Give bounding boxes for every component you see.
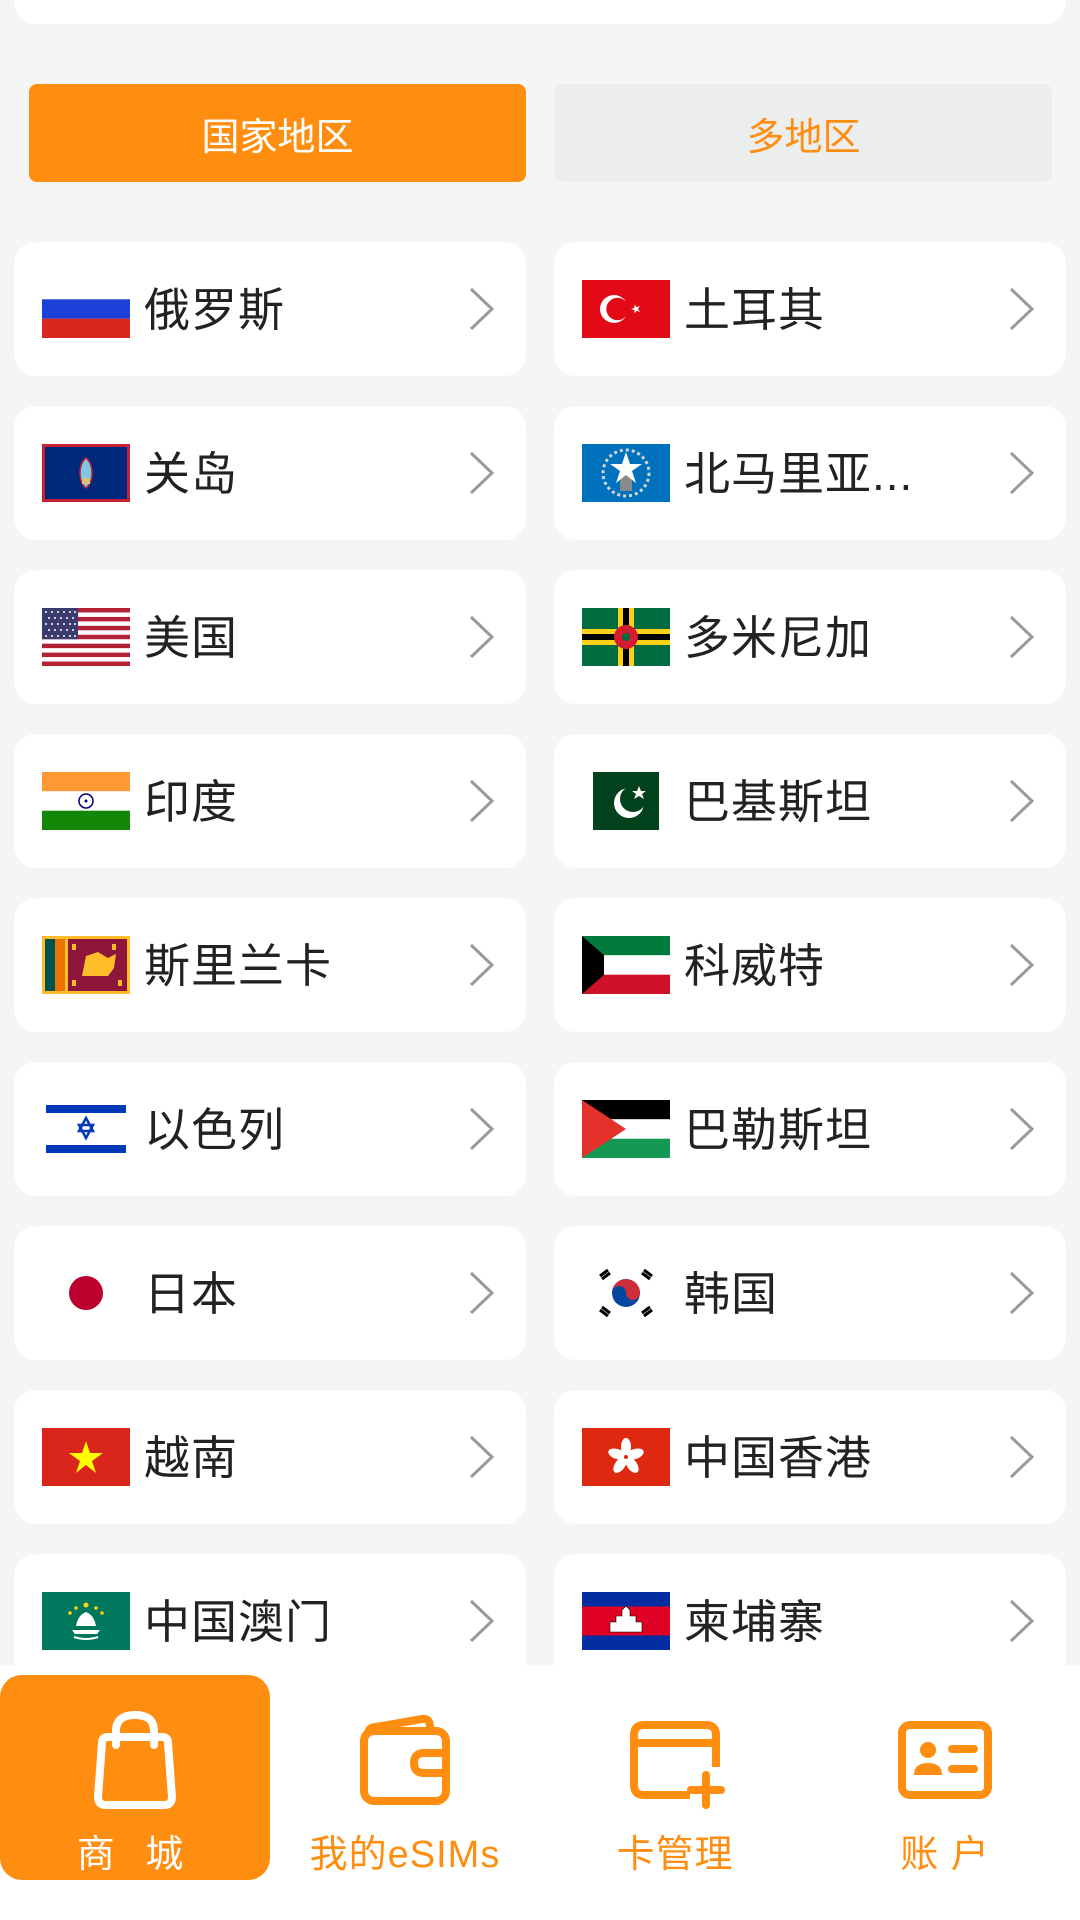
- chevron-right-icon: [1009, 1599, 1035, 1643]
- country-item-pakistan[interactable]: 巴基斯坦: [554, 734, 1066, 868]
- kuwait-flag-icon: [582, 936, 670, 994]
- country-label: 韩国: [684, 1268, 778, 1320]
- country-label: 美国: [144, 612, 238, 664]
- country-item-dominica[interactable]: 多米尼加: [554, 570, 1066, 704]
- country-label: 印度: [144, 776, 238, 828]
- chevron-right-icon: [1009, 1107, 1035, 1151]
- chevron-right-icon: [469, 1107, 495, 1151]
- palestine-flag-icon: [582, 1100, 670, 1158]
- country-item-turkey[interactable]: 土耳其: [554, 242, 1066, 376]
- country-item-japan[interactable]: 日本: [14, 1226, 526, 1360]
- dominica-flag-icon: [582, 608, 670, 666]
- sri-lanka-flag-icon: [42, 936, 130, 994]
- country-item-kuwait[interactable]: 科威特: [554, 898, 1066, 1032]
- chevron-right-icon: [469, 779, 495, 823]
- japan-flag-icon: [42, 1264, 130, 1322]
- tab-account[interactable]: 账 户: [810, 1675, 1080, 1880]
- wallet-icon: [360, 1714, 450, 1805]
- country-item-israel[interactable]: 以色列: [14, 1062, 526, 1196]
- israel-flag-icon: [42, 1100, 130, 1158]
- country-label: 日本: [144, 1268, 238, 1320]
- macau-flag-icon: [42, 1592, 130, 1650]
- chevron-right-icon: [1009, 451, 1035, 495]
- northern-mariana-islands-flag-icon: [582, 444, 670, 502]
- country-item-south-korea[interactable]: 韩国: [554, 1226, 1066, 1360]
- country-item-northern-mariana[interactable]: 北马里亚...: [554, 406, 1066, 540]
- country-label: 斯里兰卡: [144, 940, 332, 992]
- card-add-icon: [630, 1721, 725, 1809]
- country-label: 中国香港: [684, 1432, 872, 1484]
- country-item-cambodia[interactable]: 柬埔寨: [554, 1554, 1066, 1665]
- chevron-right-icon: [1009, 943, 1035, 987]
- country-item-usa[interactable]: 美国: [14, 570, 526, 704]
- chevron-right-icon: [469, 615, 495, 659]
- country-item-guam[interactable]: 关岛: [14, 406, 526, 540]
- tab-card-manage-label: 卡管理: [616, 1834, 734, 1876]
- country-label: 北马里亚...: [684, 448, 914, 500]
- country-grid: 俄罗斯 土耳其 关岛 北马里亚... 美国 多米尼加 印度 巴基斯坦 斯里兰卡 …: [0, 0, 1080, 1665]
- country-item-macau[interactable]: 中国澳门: [14, 1554, 526, 1665]
- turkey-flag-icon: [582, 280, 670, 338]
- chevron-right-icon: [1009, 779, 1035, 823]
- russia-flag-icon: [42, 280, 130, 338]
- chevron-right-icon: [1009, 615, 1035, 659]
- guam-flag-icon: [42, 444, 130, 502]
- country-label: 越南: [144, 1432, 238, 1484]
- chevron-right-icon: [1009, 1271, 1035, 1315]
- country-item-sri-lanka[interactable]: 斯里兰卡: [14, 898, 526, 1032]
- chevron-right-icon: [1009, 287, 1035, 331]
- india-flag-icon: [42, 772, 130, 830]
- country-label: 中国澳门: [144, 1596, 332, 1648]
- country-label: 俄罗斯: [144, 284, 285, 336]
- bottom-tab-bar: 商 城 我的eSIMs 卡管理 账 户: [0, 1665, 1080, 1920]
- chevron-right-icon: [469, 1599, 495, 1643]
- shopping-bag-icon: [94, 1710, 176, 1809]
- chevron-right-icon: [469, 943, 495, 987]
- country-item-hong-kong[interactable]: 中国香港: [554, 1390, 1066, 1524]
- country-label: 多米尼加: [684, 612, 872, 664]
- tab-my-esims[interactable]: 我的eSIMs: [270, 1675, 540, 1880]
- country-item-palestine[interactable]: 巴勒斯坦: [554, 1062, 1066, 1196]
- country-label: 巴基斯坦: [684, 776, 872, 828]
- usa-flag-icon: [42, 608, 130, 666]
- country-label: 柬埔寨: [684, 1596, 825, 1648]
- tab-my-esims-label: 我的eSIMs: [309, 1834, 501, 1876]
- chevron-right-icon: [469, 287, 495, 331]
- country-label: 以色列: [144, 1104, 285, 1156]
- cambodia-flag-icon: [582, 1592, 670, 1650]
- country-item-india[interactable]: 印度: [14, 734, 526, 868]
- pakistan-flag-icon: [582, 772, 670, 830]
- chevron-right-icon: [469, 1271, 495, 1315]
- tab-store[interactable]: 商 城: [0, 1675, 270, 1880]
- tab-account-label: 账 户: [900, 1834, 990, 1876]
- id-card-icon: [898, 1721, 992, 1799]
- country-label: 巴勒斯坦: [684, 1104, 872, 1156]
- country-item-russia[interactable]: 俄罗斯: [14, 242, 526, 376]
- country-item-vietnam[interactable]: 越南: [14, 1390, 526, 1524]
- country-label: 土耳其: [684, 284, 825, 336]
- south-korea-flag-icon: [582, 1264, 670, 1322]
- vietnam-flag-icon: [42, 1428, 130, 1486]
- chevron-right-icon: [469, 1435, 495, 1479]
- hong-kong-flag-icon: [582, 1428, 670, 1486]
- chevron-right-icon: [1009, 1435, 1035, 1479]
- tab-card-manage[interactable]: 卡管理: [540, 1675, 810, 1880]
- tab-store-label: 商 城: [76, 1834, 194, 1876]
- country-label: 科威特: [684, 940, 825, 992]
- chevron-right-icon: [469, 451, 495, 495]
- country-label: 关岛: [144, 448, 238, 500]
